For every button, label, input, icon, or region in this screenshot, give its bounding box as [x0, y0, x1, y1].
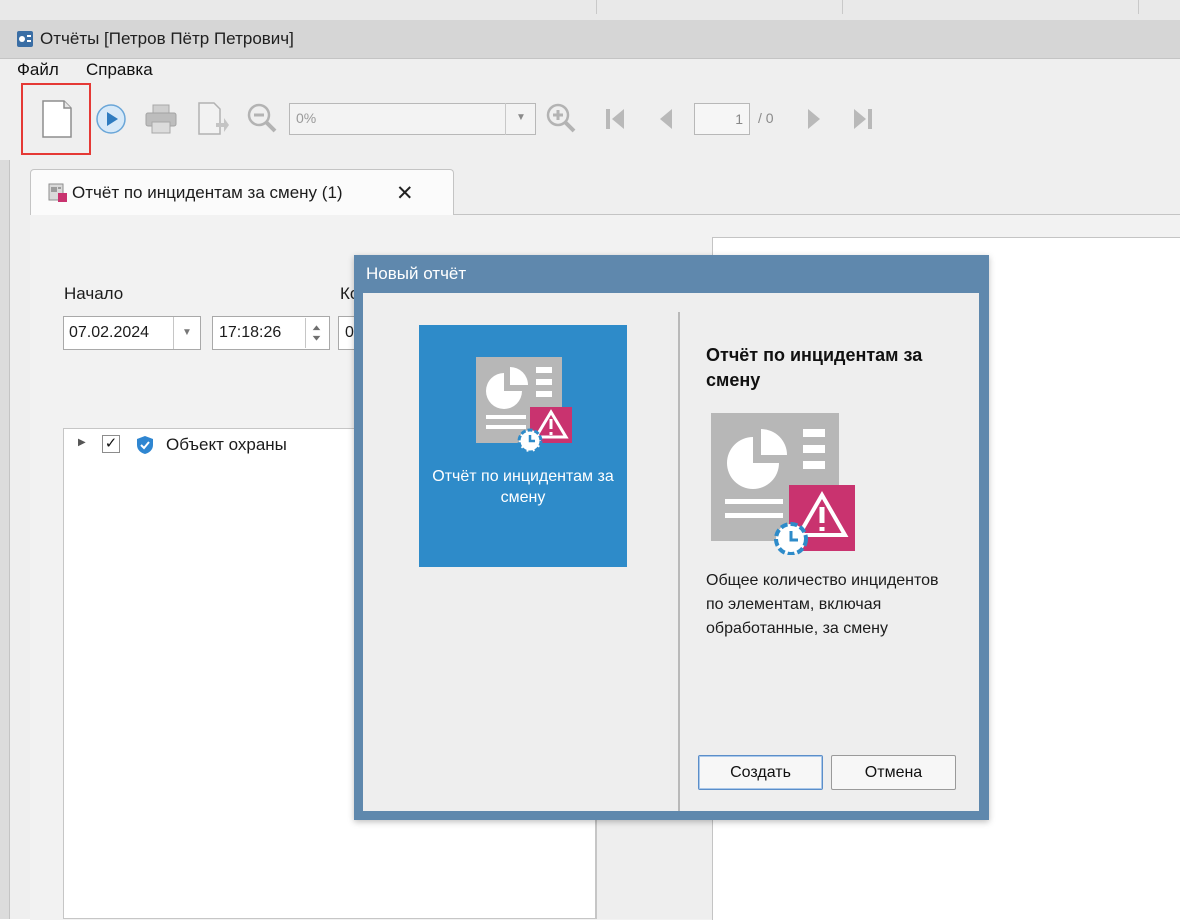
page-total: / 0	[758, 110, 774, 126]
menu-help[interactable]: Справка	[86, 60, 153, 80]
chevron-down-icon: ▼	[505, 103, 536, 135]
background-window-strip	[0, 0, 1180, 21]
print-icon	[145, 104, 177, 134]
shield-icon	[137, 436, 153, 454]
expand-arrow-icon[interactable]: ▶	[78, 437, 86, 448]
time-spin-icon[interactable]	[305, 318, 327, 348]
tile-label: Отчёт по инцидентам за смену	[432, 468, 614, 506]
report-tab-icon	[48, 183, 67, 202]
start-label: Начало	[64, 284, 124, 303]
window-title: Отчёты [Петров Пётр Петрович]	[40, 29, 294, 48]
zoom-out-icon	[247, 103, 277, 133]
end-date-value: 0	[345, 324, 354, 341]
detail-title: Отчёт по инцидентам за смену	[706, 345, 923, 390]
last-page-icon	[854, 109, 872, 129]
menu-file[interactable]: Файл	[17, 60, 59, 80]
tree-item-checkbox[interactable]: ✓	[102, 435, 120, 453]
dialog-title: Новый отчёт	[366, 264, 467, 283]
new-report-highlight	[21, 83, 91, 155]
menu-bar	[0, 59, 1180, 85]
tab-label: Отчёт по инцидентам за смену (1)	[72, 183, 343, 202]
detail-description: Общее количество инцидентов по элементам…	[706, 572, 939, 637]
incident-report-preview-icon	[711, 413, 855, 555]
close-icon[interactable]: ✕	[396, 181, 414, 206]
create-button[interactable]: Создать	[698, 755, 823, 790]
next-page-icon	[808, 109, 820, 129]
zoom-in-icon	[546, 103, 576, 133]
run-icon[interactable]	[95, 103, 127, 135]
zoom-select	[289, 103, 536, 135]
dialog-divider	[678, 312, 680, 811]
tree-item-label[interactable]: Объект охраны	[166, 435, 287, 455]
zoom-value: 0%	[296, 110, 317, 126]
start-time-value: 17:18:26	[219, 324, 282, 341]
page-number-input: 1	[694, 103, 750, 135]
incident-report-icon	[476, 357, 572, 454]
cancel-button[interactable]: Отмена	[831, 755, 956, 790]
export-icon	[198, 102, 229, 135]
chevron-down-icon[interactable]: ▼	[173, 317, 200, 349]
start-date-value: 07.02.2024	[69, 324, 150, 341]
previous-page-icon	[660, 109, 672, 129]
first-page-icon	[606, 109, 624, 129]
left-sidebar-edge	[0, 160, 10, 919]
app-icon	[17, 31, 33, 47]
